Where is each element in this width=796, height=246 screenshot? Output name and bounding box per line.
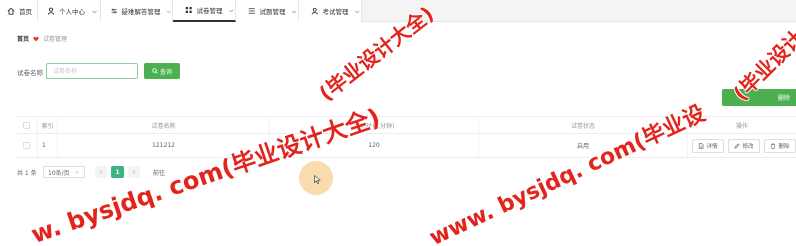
tab-label: 试题管理 [259, 8, 286, 16]
app-root: 首页 个人中心 疑难解答管理 试卷管理 试题管理 考试管理 首页 试卷管理 试卷… [0, 0, 796, 246]
tab-label: 首页 [19, 8, 32, 16]
page-size-select[interactable]: 10条/页 [43, 166, 85, 178]
breadcrumb-home[interactable]: 首页 [17, 34, 29, 43]
delete-button[interactable]: 删除 [764, 139, 796, 153]
header-paper-name: 试卷名称 [58, 117, 270, 133]
page-number-current[interactable]: 1 [111, 166, 124, 178]
document-icon [699, 143, 704, 149]
chevron-down-icon [355, 10, 360, 13]
chevron-down-icon [92, 10, 97, 13]
search-button[interactable]: 查询 [144, 63, 180, 79]
next-page-button[interactable] [128, 166, 140, 178]
heart-icon [33, 36, 39, 41]
sliders-icon [111, 8, 117, 14]
table-header: 索引 试卷名称 考试时长(分钟) 试卷状态 操作 [15, 116, 796, 134]
header-actions: 操作 [735, 122, 748, 130]
list-icon [248, 8, 255, 14]
batch-delete-label: 删除 [777, 95, 790, 102]
paper-name-search-input[interactable] [46, 63, 138, 79]
search-icon [152, 68, 158, 74]
header-index: 索引 [38, 117, 58, 133]
chevron-down-icon [167, 10, 172, 13]
header-status: 试卷状态 [479, 117, 688, 133]
chevron-down-icon [74, 171, 80, 174]
edit-button[interactable]: 修改 [728, 139, 760, 153]
chevron-down-icon [292, 10, 297, 13]
tab-question-management[interactable]: 试题管理 [236, 0, 299, 22]
page-size-value: 10条/页 [48, 169, 70, 177]
breadcrumb-current: 试卷管理 [43, 36, 68, 43]
row-duration: 120 [270, 134, 479, 157]
header-checkbox-cell [15, 117, 38, 133]
user-icon [311, 7, 318, 15]
row-checkbox[interactable] [22, 142, 30, 149]
tab-label: 个人中心 [59, 8, 85, 16]
prev-page-button[interactable] [95, 166, 107, 178]
search-button-label: 查询 [159, 68, 172, 76]
chevron-down-icon [229, 9, 234, 12]
detail-button[interactable]: 详情 [692, 139, 724, 153]
edit-button-label: 修改 [742, 144, 754, 150]
tab-paper-management[interactable]: 试卷管理 [173, 0, 236, 22]
row-paper-name: 121212 [58, 134, 270, 157]
row-index: 1 [38, 134, 58, 157]
tab-personal-center[interactable]: 个人中心 [38, 0, 101, 22]
batch-delete-button[interactable]: 删除 [722, 89, 796, 106]
detail-button-label: 详情 [706, 144, 718, 150]
pagination-goto-label: 前往 [153, 169, 166, 177]
tab-home[interactable]: 首页 [0, 0, 38, 22]
tab-label: 疑难解答管理 [121, 8, 161, 16]
mouse-cursor-icon [314, 175, 321, 184]
tab-label: 考试管理 [322, 8, 349, 16]
home-icon [7, 7, 15, 15]
pencil-icon [734, 143, 741, 149]
pagination-total: 共 1 条 [17, 169, 37, 177]
header-duration: 考试时长(分钟) [270, 117, 479, 133]
tab-label: 试卷管理 [196, 7, 223, 15]
chevron-right-icon [132, 169, 136, 175]
search-label: 试卷名称 [17, 69, 43, 77]
grid-icon [185, 7, 192, 13]
table-row: 1 121212 120 启用 详情 修改 删除 [15, 134, 796, 158]
top-nav: 首页 个人中心 疑难解答管理 试卷管理 试题管理 考试管理 [0, 0, 796, 22]
tab-faq-management[interactable]: 疑难解答管理 [101, 0, 173, 22]
row-status: 启用 [479, 134, 688, 157]
trash-icon [771, 143, 776, 149]
user-icon [47, 7, 55, 15]
chevron-left-icon [99, 169, 103, 175]
tab-exam-management[interactable]: 考试管理 [299, 0, 362, 22]
row-checkbox-cell [15, 134, 38, 157]
breadcrumb: 首页 试卷管理 [17, 34, 67, 43]
delete-button-label: 删除 [778, 144, 790, 150]
select-all-checkbox[interactable] [22, 121, 30, 129]
